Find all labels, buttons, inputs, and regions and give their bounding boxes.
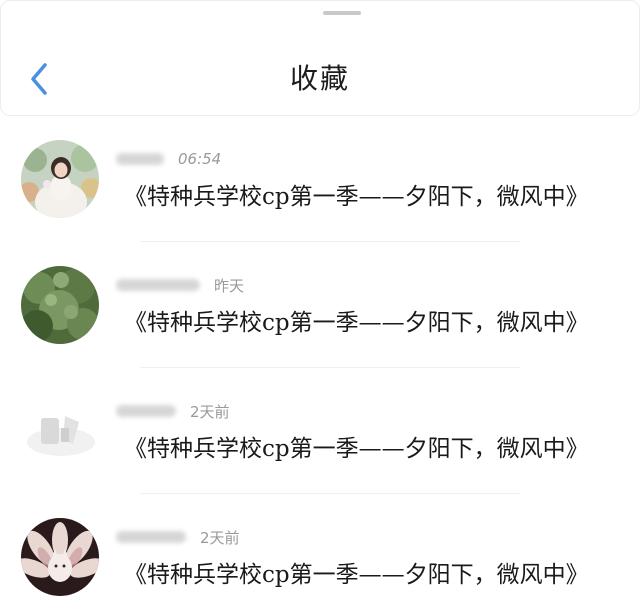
page-title: 收藏 xyxy=(289,62,350,95)
item-title: 《特种兵学校cp第一季——夕阳下，微风中》 xyxy=(124,184,589,210)
green-plant-photo xyxy=(21,266,99,344)
avatar[interactable] xyxy=(21,518,99,596)
item-meta: 2天前 xyxy=(116,526,240,548)
blurred-username xyxy=(116,279,200,291)
girl-in-white-dress-photo xyxy=(21,140,99,218)
timestamp: 06:54 xyxy=(178,150,222,168)
blurred-username xyxy=(116,405,176,417)
favorites-list: 06:54 《特种兵学校cp第一季——夕阳下，微风中》 昨天 《特种兵学校cp第… xyxy=(0,116,640,610)
list-item[interactable]: 2天前 《特种兵学校cp第一季——夕阳下，微风中》 xyxy=(0,368,640,494)
item-title: 《特种兵学校cp第一季——夕阳下，微风中》 xyxy=(124,562,589,588)
drag-handle[interactable] xyxy=(323,11,361,15)
list-item[interactable]: 06:54 《特种兵学校cp第一季——夕阳下，微风中》 xyxy=(0,116,640,242)
blurred-username xyxy=(116,153,164,165)
nine-tailed-fox-artwork xyxy=(21,518,99,596)
item-meta: 2天前 xyxy=(116,400,230,422)
avatar[interactable] xyxy=(21,140,99,218)
item-meta: 06:54 xyxy=(116,148,221,170)
timestamp: 2天前 xyxy=(200,528,240,547)
top-bar: 收藏 xyxy=(0,0,640,116)
timestamp: 2天前 xyxy=(190,402,230,421)
favorites-screen: 收藏 06:54 《特种兵学校cp第一季——夕阳下，微风中》 昨天 《特种兵学校… xyxy=(0,0,640,610)
item-title: 《特种兵学校cp第一季——夕阳下，微风中》 xyxy=(124,310,589,336)
blurred-username xyxy=(116,531,186,543)
timestamp: 昨天 xyxy=(214,276,245,295)
item-title: 《特种兵学校cp第一季——夕阳下，微风中》 xyxy=(124,436,589,462)
item-meta: 昨天 xyxy=(116,274,244,296)
avatar[interactable] xyxy=(21,392,99,470)
faded-figure-image xyxy=(21,392,99,470)
avatar[interactable] xyxy=(21,266,99,344)
list-item[interactable]: 昨天 《特种兵学校cp第一季——夕阳下，微风中》 xyxy=(0,242,640,368)
list-item[interactable]: 2天前 《特种兵学校cp第一季——夕阳下，微风中》 xyxy=(0,494,640,610)
